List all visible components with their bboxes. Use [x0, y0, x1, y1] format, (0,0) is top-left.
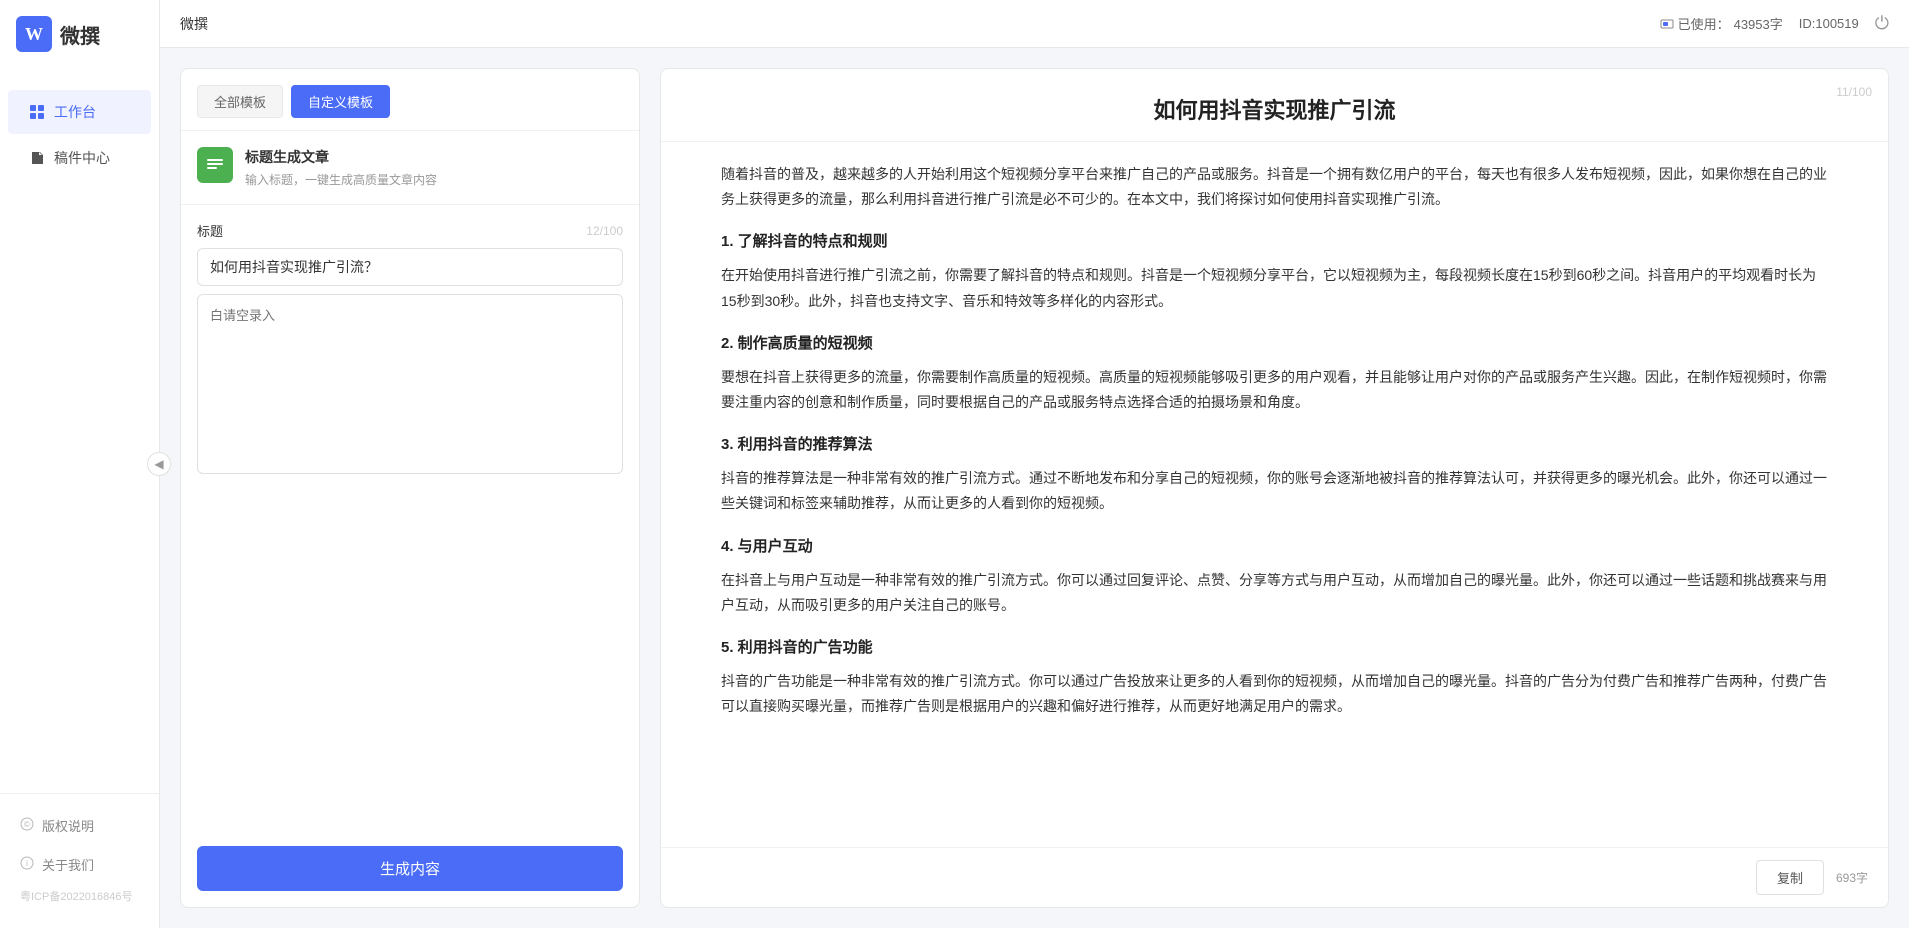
template-tabs: 全部模板 自定义模板	[181, 69, 639, 131]
svg-text:©: ©	[24, 820, 30, 829]
article-body: 随着抖音的普及，越来越多的人开始利用这个短视频分享平台来推广自己的产品或服务。抖…	[661, 142, 1888, 847]
logo-icon: W	[16, 16, 52, 52]
article-para-5: 抖音的广告功能是一种非常有效的推广引流方式。你可以通过广告投放来让更多的人看到你…	[721, 669, 1828, 719]
svg-text:W: W	[25, 24, 43, 44]
logo-area: W 微撰	[0, 0, 159, 68]
article-footer: 复制 693字	[661, 847, 1888, 907]
right-panel: 如何用抖音实现推广引流 11/100 随着抖音的普及，越来越多的人开始利用这个短…	[660, 68, 1889, 908]
template-card-icon	[197, 147, 233, 183]
article-para-2: 要想在抖音上获得更多的流量，你需要制作高质量的短视频。高质量的短视频能够吸引更多…	[721, 365, 1828, 415]
template-desc: 输入标题，一键生成高质量文章内容	[245, 171, 437, 188]
article-heading-5: 5. 利用抖音的广告功能	[721, 634, 1828, 661]
title-form-label: 标题	[197, 221, 223, 240]
word-count: 693字	[1836, 869, 1868, 886]
copyright-icon: ©	[20, 817, 34, 834]
copy-button[interactable]: 复制	[1756, 860, 1824, 895]
header: 微撰 已使用： 43953字 ID:100519 ⏻	[160, 0, 1909, 48]
main-area: 微撰 已使用： 43953字 ID:100519 ⏻ 全部模板 自定义模板	[160, 0, 1909, 928]
workspace-icon	[28, 103, 46, 121]
form-section: 标题 12/100	[181, 205, 639, 830]
sidebar-footer: © 版权说明 i 关于我们 粤ICP备2022016846号	[0, 793, 159, 928]
sidebar-item-copyright[interactable]: © 版权说明	[0, 806, 159, 845]
template-info: 标题生成文章 输入标题，一键生成高质量文章内容	[245, 147, 437, 188]
logo-text: 微撰	[60, 20, 100, 49]
user-id: ID:100519	[1799, 16, 1859, 31]
article-para-1: 在开始使用抖音进行推广引流之前，你需要了解抖音的特点和规则。抖音是一个短视频分享…	[721, 263, 1828, 313]
article-para-4: 在抖音上与用户互动是一种非常有效的推广引流方式。你可以通过回复评论、点赞、分享等…	[721, 568, 1828, 618]
content-area: 全部模板 自定义模板 标题生成文章 输入标题，一键生成高质量文章内容	[160, 48, 1909, 928]
sidebar: W 微撰 工作台 稿件中心	[0, 0, 160, 928]
sidebar-item-workspace[interactable]: 工作台	[8, 90, 151, 134]
tab-custom-templates[interactable]: 自定义模板	[291, 85, 390, 118]
usage-label: 已使用：	[1678, 14, 1730, 33]
drafts-icon	[28, 149, 46, 167]
title-label-row: 标题 12/100	[197, 221, 623, 240]
article-para-3: 抖音的推荐算法是一种非常有效的推广引流方式。通过不断地发布和分享自己的短视频，你…	[721, 466, 1828, 516]
workspace-label: 工作台	[54, 102, 96, 122]
svg-text:i: i	[26, 859, 28, 868]
header-title: 微撰	[180, 14, 208, 34]
content-textarea[interactable]	[197, 294, 623, 474]
article-heading-4: 4. 与用户互动	[721, 533, 1828, 560]
title-input[interactable]	[197, 248, 623, 286]
power-button[interactable]: ⏻	[1875, 13, 1889, 34]
icp-text: 粤ICP备2022016846号	[0, 884, 159, 908]
sidebar-item-drafts[interactable]: 稿件中心	[8, 136, 151, 180]
article-para-0: 随着抖音的普及，越来越多的人开始利用这个短视频分享平台来推广自己的产品或服务。抖…	[721, 162, 1828, 212]
copyright-label: 版权说明	[42, 816, 94, 835]
usage-icon	[1660, 17, 1674, 31]
generate-button[interactable]: 生成内容	[197, 846, 623, 891]
usage-info: 已使用： 43953字	[1660, 14, 1783, 33]
drafts-label: 稿件中心	[54, 148, 110, 168]
sidebar-item-about[interactable]: i 关于我们	[0, 845, 159, 884]
about-label: 关于我们	[42, 855, 94, 874]
template-card[interactable]: 标题生成文章 输入标题，一键生成高质量文章内容	[181, 131, 639, 205]
left-panel: 全部模板 自定义模板 标题生成文章 输入标题，一键生成高质量文章内容	[180, 68, 640, 908]
article-heading-2: 2. 制作高质量的短视频	[721, 330, 1828, 357]
template-name: 标题生成文章	[245, 147, 437, 167]
main-nav: 工作台 稿件中心	[0, 68, 159, 793]
article-heading-1: 1. 了解抖音的特点和规则	[721, 228, 1828, 255]
header-right: 已使用： 43953字 ID:100519 ⏻	[1660, 13, 1889, 34]
about-icon: i	[20, 856, 34, 873]
article-title: 如何用抖音实现推广引流	[721, 93, 1828, 125]
article-heading-3: 3. 利用抖音的推荐算法	[721, 431, 1828, 458]
title-char-count: 12/100	[586, 224, 623, 238]
usage-value: 43953字	[1734, 14, 1783, 33]
tab-all-templates[interactable]: 全部模板	[197, 85, 283, 118]
page-counter: 11/100	[1836, 85, 1872, 99]
collapse-button[interactable]: ◀	[147, 452, 171, 476]
article-header: 如何用抖音实现推广引流 11/100	[661, 69, 1888, 142]
